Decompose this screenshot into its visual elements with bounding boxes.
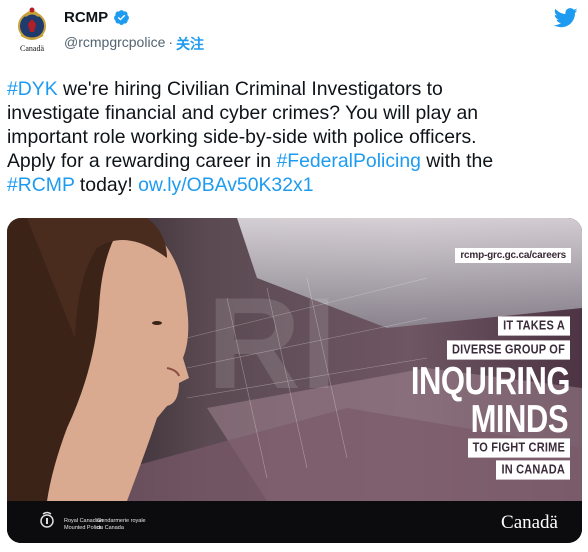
follow-button[interactable]: 关注 [176,34,204,54]
handle-row: @rcmpgrcpolice · 关注 [64,34,204,54]
tweet-line-5: #RCMP today! ow.ly/OBAv50K32x1 [7,173,583,197]
hashtag-rcmp-link[interactable]: #RCMP [7,174,75,196]
svg-text:RI: RI [207,270,337,416]
avatar[interactable]: Canadä [12,4,52,54]
tweet-line-1-text: we're hiring Civilian Criminal Investiga… [57,78,443,100]
hashtag-dyk-link[interactable]: #DYK [7,78,58,100]
separator: · [168,34,174,50]
poster-tag-3: TO FIGHT CRIME [467,438,570,458]
short-link[interactable]: ow.ly/OBAv50K32x1 [138,174,313,196]
careers-url-badge: rcmp-grc.gc.ca/careers [455,248,571,263]
poster-tag-1: IT TAKES A [498,316,570,336]
tweet-text: #DYK we're hiring Civilian Criminal Inve… [7,77,583,197]
tweet-line-3: important role working side-by-side with… [7,126,477,148]
tweet-image[interactable]: RI rcmp-grc.gc.ca/careers IT TAKES A DIV… [7,218,582,543]
poster-headline-2: MINDS [470,396,569,441]
tweet-line-4: Apply for a rewarding career in #Federal… [7,149,583,173]
org-fr-line-2: du Canada [97,525,124,531]
org-name-french: Gendarmerie royale du Canada [97,518,146,532]
rcmp-crest-icon: Canadä [18,7,46,53]
tweet-card: Canadä RCMP @rcmpgrcpolice · 关注 #DYK we'… [0,0,588,552]
hashtag-federalpolicing-link[interactable]: #FederalPolicing [276,150,420,172]
rcmp-crest-small-icon [40,511,54,528]
handle[interactable]: @rcmpgrcpolice [64,34,165,54]
org-fr-line-1: Gendarmerie royale [97,518,146,524]
tweet-line-4-tail: with the [420,150,494,172]
tweet-line-2: investigate financial and cyber crimes? … [7,102,479,124]
avatar-caption: Canadä [20,44,44,53]
verified-badge-icon [114,10,130,25]
poster-tag-4: IN CANADA [496,460,570,480]
tweet-line-4-text: Apply for a rewarding career in [7,150,277,172]
canada-wordmark: Canadä [501,512,558,533]
poster-tag-2: DIVERSE GROUP OF [446,340,570,360]
display-name[interactable]: RCMP [64,9,108,26]
poster-footer: Royal Canadian Mounted Police Gendarmeri… [7,501,582,543]
tweet-line-5-text: today! [74,174,139,196]
twitter-bird-icon[interactable] [554,8,578,28]
tweet-line-1: #DYK we're hiring Civilian Criminal Inve… [7,77,583,101]
author-name-row: RCMP [64,9,130,26]
